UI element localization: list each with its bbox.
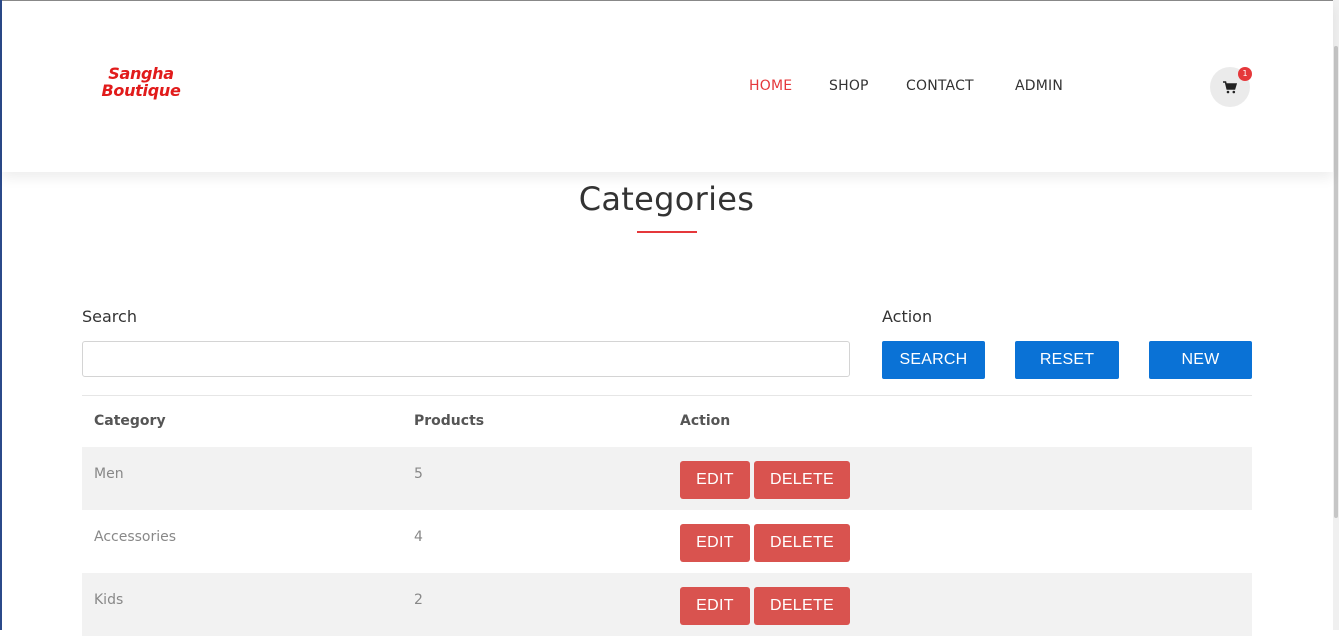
category-cell: Kids (94, 592, 124, 608)
search-button[interactable]: SEARCH (882, 341, 985, 379)
edit-button[interactable]: EDIT (680, 461, 750, 499)
nav-item-admin[interactable]: ADMIN (1015, 78, 1063, 94)
table-header: Category Products Action (82, 395, 1252, 447)
products-cell: 5 (414, 466, 423, 482)
title-underline (637, 231, 697, 233)
table-row: Kids 2 EDIT DELETE (82, 573, 1252, 636)
edit-button[interactable]: EDIT (680, 524, 750, 562)
delete-button[interactable]: DELETE (754, 587, 850, 625)
products-cell: 4 (414, 529, 423, 545)
delete-button[interactable]: DELETE (754, 524, 850, 562)
category-cell: Men (94, 466, 124, 482)
page-title: Categories (578, 180, 755, 218)
cart-count-badge: 1 (1238, 67, 1252, 81)
search-label: Search (82, 307, 137, 326)
scrollbar[interactable] (1333, 0, 1339, 630)
table-row: Men 5 EDIT DELETE (82, 447, 1252, 510)
nav-item-shop[interactable]: SHOP (829, 78, 869, 94)
column-header-category: Category (94, 413, 166, 429)
edit-button[interactable]: EDIT (680, 587, 750, 625)
cart-button[interactable]: 1 (1210, 67, 1252, 107)
reset-button[interactable]: RESET (1015, 341, 1119, 379)
brand-line-1: Sangha (108, 64, 174, 83)
new-button[interactable]: NEW (1149, 341, 1252, 379)
action-label: Action (882, 307, 933, 326)
cart-icon (1223, 80, 1237, 93)
column-header-action: Action (680, 413, 731, 429)
categories-table: Category Products Action Men 5 EDIT DELE… (82, 395, 1252, 636)
column-header-products: Products (414, 413, 485, 429)
nav-item-contact[interactable]: CONTACT (906, 78, 974, 94)
nav-item-home[interactable]: HOME (749, 78, 792, 94)
brand-logo[interactable]: Sangha Boutique (96, 65, 186, 99)
search-input[interactable] (82, 341, 850, 377)
delete-button[interactable]: DELETE (754, 461, 850, 499)
products-cell: 2 (414, 592, 423, 608)
scrollbar-thumb[interactable] (1334, 46, 1338, 518)
category-cell: Accessories (94, 529, 177, 545)
site-header: Sangha Boutique HOME SHOP CONTACT ADMIN … (2, 1, 1333, 172)
table-row: Accessories 4 EDIT DELETE (82, 510, 1252, 573)
brand-line-2: Boutique (101, 81, 181, 100)
